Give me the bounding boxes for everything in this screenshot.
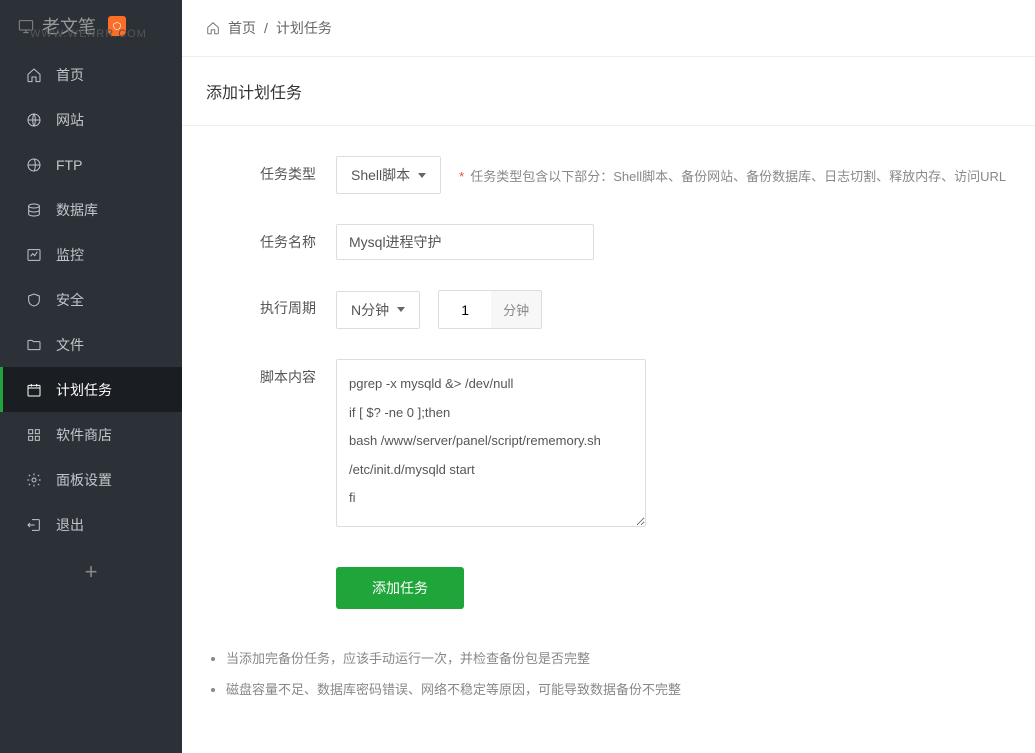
main-content: 首页 / 计划任务 添加计划任务 任务类型 Shell脚本 *任务类型包含以下部… xyxy=(182,0,1035,753)
script-textarea[interactable] xyxy=(336,359,646,527)
home-icon xyxy=(206,21,220,35)
period-label: 执行周期 xyxy=(206,290,336,318)
sidebar: 老文笔 WWW.WENRR.COM 首页 网站 FTP 数据库 监控 xyxy=(0,0,182,753)
period-number-input[interactable] xyxy=(438,290,492,329)
sidebar-item-security[interactable]: 安全 xyxy=(0,277,182,322)
sidebar-item-label: 首页 xyxy=(56,65,84,85)
breadcrumb-sep: / xyxy=(264,20,268,36)
gear-icon xyxy=(26,472,42,488)
task-type-hint: *任务类型包含以下部分：Shell脚本、备份网站、备份数据库、日志切割、释放内存… xyxy=(459,166,1006,185)
sidebar-item-label: 监控 xyxy=(56,245,84,265)
task-type-select[interactable]: Shell脚本 xyxy=(336,156,441,194)
ftp-icon xyxy=(26,157,42,173)
sidebar-item-cron[interactable]: 计划任务 xyxy=(0,367,182,412)
period-value: N分钟 xyxy=(351,300,389,320)
watermark: WWW.WENRR.COM xyxy=(30,28,147,40)
sidebar-item-label: 安全 xyxy=(56,290,84,310)
sidebar-item-home[interactable]: 首页 xyxy=(0,52,182,97)
sidebar-item-software[interactable]: 软件商店 xyxy=(0,412,182,457)
note-item: 磁盘容量不足、数据库密码错误、网络不稳定等原因，可能导致数据备份不完整 xyxy=(226,680,1011,701)
breadcrumb-current: 计划任务 xyxy=(276,18,332,38)
sidebar-item-label: FTP xyxy=(56,157,82,173)
sidebar-item-website[interactable]: 网站 xyxy=(0,97,182,142)
form: 任务类型 Shell脚本 *任务类型包含以下部分：Shell脚本、备份网站、备份… xyxy=(182,126,1035,619)
sidebar-item-logout[interactable]: 退出 xyxy=(0,502,182,547)
script-label: 脚本内容 xyxy=(206,359,336,387)
sidebar-item-ftp[interactable]: FTP xyxy=(0,142,182,187)
row-task-type: 任务类型 Shell脚本 *任务类型包含以下部分：Shell脚本、备份网站、备份… xyxy=(206,156,1011,194)
home-icon xyxy=(26,67,42,83)
sidebar-item-database[interactable]: 数据库 xyxy=(0,187,182,232)
sidebar-item-label: 软件商店 xyxy=(56,425,112,445)
logout-icon xyxy=(26,517,42,533)
breadcrumb: 首页 / 计划任务 xyxy=(182,0,1035,57)
sidebar-item-label: 退出 xyxy=(56,515,84,535)
task-name-label: 任务名称 xyxy=(206,224,336,252)
notes: 当添加完备份任务，应该手动运行一次，并检查备份包是否完整 磁盘容量不足、数据库密… xyxy=(182,619,1035,701)
sidebar-item-label: 面板设置 xyxy=(56,470,112,490)
task-type-label: 任务类型 xyxy=(206,156,336,184)
panel-title: 添加计划任务 xyxy=(182,57,1035,126)
globe-icon xyxy=(26,112,42,128)
note-item: 当添加完备份任务，应该手动运行一次，并检查备份包是否完整 xyxy=(226,649,1011,670)
caret-down-icon xyxy=(397,307,405,312)
row-script: 脚本内容 xyxy=(206,359,1011,527)
monitor-icon xyxy=(26,247,42,263)
sidebar-item-settings[interactable]: 面板设置 xyxy=(0,457,182,502)
period-unit: 分钟 xyxy=(491,290,542,329)
calendar-icon xyxy=(26,382,42,398)
sidebar-item-label: 文件 xyxy=(56,335,84,355)
period-select[interactable]: N分钟 xyxy=(336,291,420,329)
sidebar-item-label: 数据库 xyxy=(56,200,98,220)
row-period: 执行周期 N分钟 分钟 xyxy=(206,290,1011,329)
submit-button[interactable]: 添加任务 xyxy=(336,567,464,609)
row-task-name: 任务名称 xyxy=(206,224,1011,260)
apps-icon xyxy=(26,427,42,443)
folder-icon xyxy=(26,337,42,353)
shield-icon xyxy=(26,292,42,308)
submit-row: 添加任务 xyxy=(206,567,1011,609)
task-name-input[interactable] xyxy=(336,224,594,260)
breadcrumb-home[interactable]: 首页 xyxy=(228,18,256,38)
logo: 老文笔 WWW.WENRR.COM xyxy=(0,0,182,52)
task-type-value: Shell脚本 xyxy=(351,165,410,185)
add-menu-button[interactable]: + xyxy=(0,547,182,597)
sidebar-item-monitor[interactable]: 监控 xyxy=(0,232,182,277)
sidebar-item-label: 网站 xyxy=(56,110,84,130)
sidebar-item-label: 计划任务 xyxy=(56,380,112,400)
database-icon xyxy=(26,202,42,218)
caret-down-icon xyxy=(418,173,426,178)
sidebar-item-files[interactable]: 文件 xyxy=(0,322,182,367)
